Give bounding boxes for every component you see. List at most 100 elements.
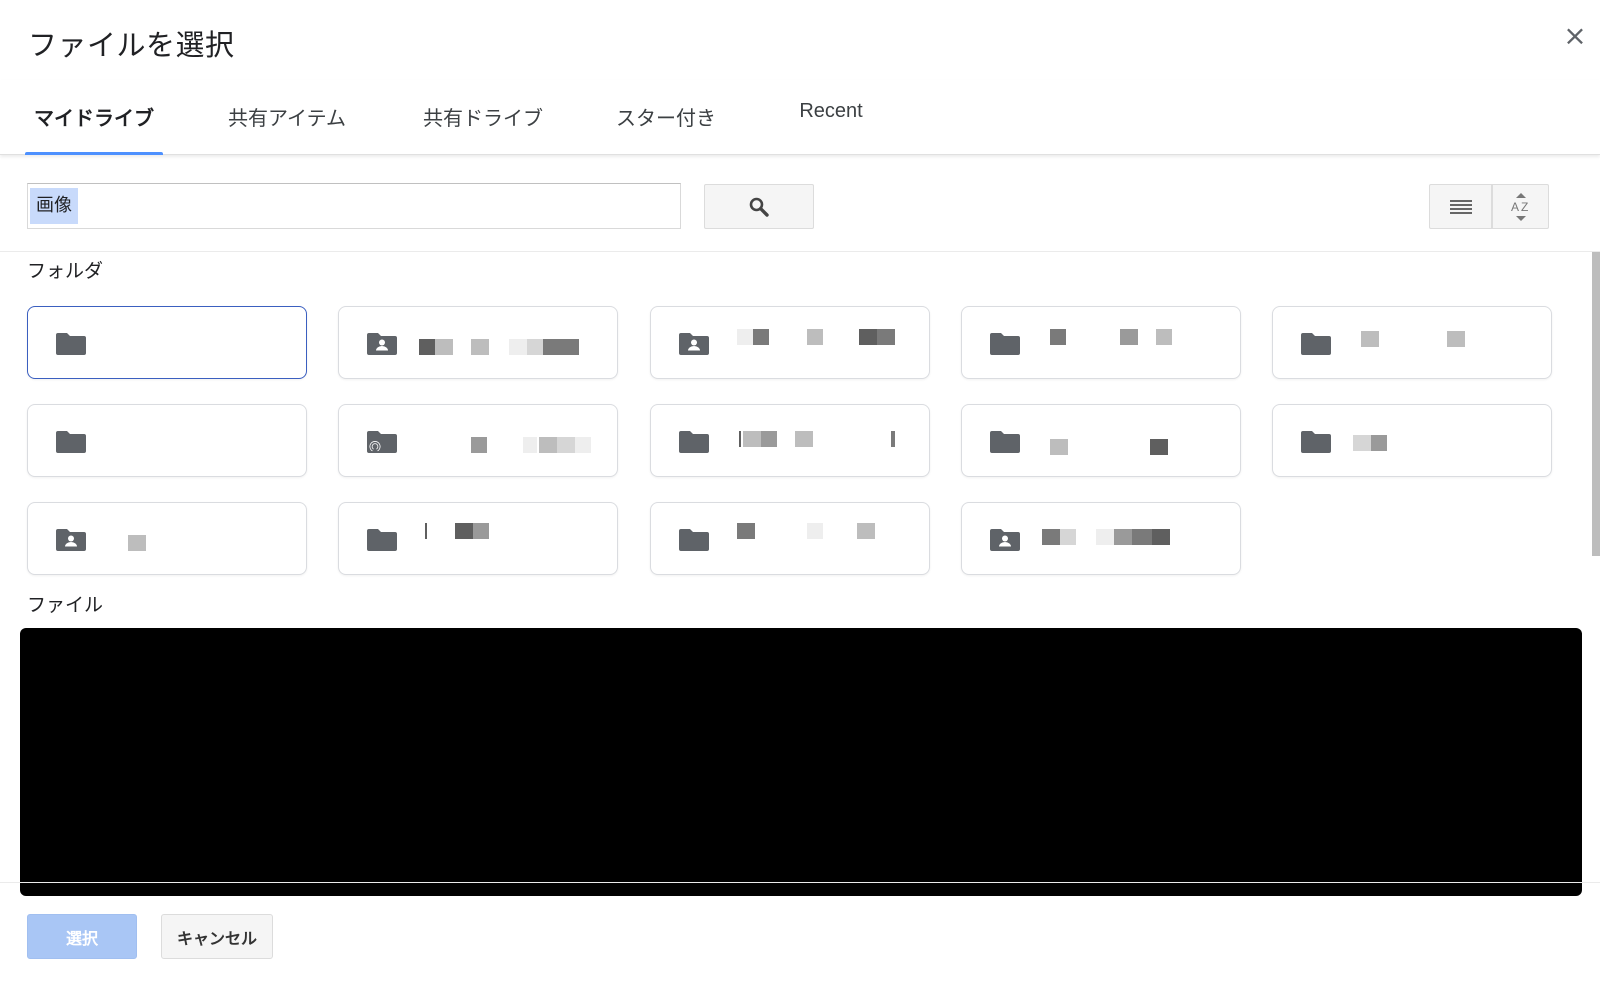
blur-pixel	[425, 523, 427, 539]
tab-label: 共有アイテム	[228, 106, 346, 130]
shared-folder-icon	[367, 333, 397, 355]
blur-pixel	[891, 431, 895, 447]
folder-card[interactable]	[27, 306, 307, 379]
blur-pixel	[1371, 435, 1387, 451]
sort-button[interactable]: A Z	[1492, 184, 1549, 229]
tab-bar: マイドライブ 共有アイテム 共有ドライブ スター付き Recent	[0, 80, 1600, 155]
folder-name-redacted	[108, 423, 288, 459]
tab-label: 共有ドライブ	[423, 106, 543, 130]
folder-icon	[679, 529, 709, 551]
list-view-icon	[1449, 199, 1472, 214]
folder-icon	[679, 431, 709, 453]
tab-label: Recent	[799, 100, 863, 122]
blur-pixel	[1120, 329, 1138, 345]
folder-card[interactable]	[1272, 306, 1552, 379]
folder-card[interactable]	[27, 502, 307, 575]
folder-card[interactable]	[961, 306, 1241, 379]
blur-pixel	[557, 437, 575, 453]
blur-pixel	[1114, 529, 1132, 545]
close-icon: ×	[1563, 19, 1587, 52]
folder-card[interactable]	[1272, 404, 1552, 477]
blur-pixel	[435, 339, 453, 355]
folder-icon	[1301, 333, 1331, 355]
folder-name-redacted	[108, 521, 288, 557]
folder-card[interactable]	[961, 502, 1241, 575]
blur-pixel	[523, 437, 537, 453]
blur-pixel	[1096, 529, 1114, 545]
blur-pixel	[1353, 435, 1371, 451]
shared-folder-icon	[56, 529, 86, 551]
folder-name-redacted	[419, 423, 599, 459]
search-button[interactable]	[704, 184, 814, 229]
blur-pixel	[473, 523, 489, 539]
svg-text:A: A	[1511, 200, 1519, 214]
file-picker-dialog: ファイルを選択 × マイドライブ 共有アイテム 共有ドライブ スター付き Rec…	[0, 0, 1600, 983]
folders-section-label: フォルダ	[27, 260, 104, 282]
folder-name-redacted	[1042, 325, 1222, 361]
dialog-title: ファイルを選択	[28, 28, 235, 62]
blur-pixel	[1361, 331, 1379, 347]
folder-icon	[56, 431, 86, 453]
tab-starred[interactable]: スター付き	[610, 102, 722, 155]
folder-card[interactable]	[650, 502, 930, 575]
folder-card[interactable]	[961, 404, 1241, 477]
footer-divider	[0, 882, 1600, 883]
folder-card[interactable]	[338, 404, 618, 477]
scrollbar-thumb[interactable]	[1592, 252, 1600, 556]
blur-pixel	[1050, 329, 1066, 345]
files-redacted-area	[20, 628, 1582, 896]
blur-pixel	[471, 437, 487, 453]
close-button[interactable]: ×	[1560, 22, 1590, 52]
folder-icon	[367, 529, 397, 551]
blur-pixel	[1050, 439, 1068, 455]
blur-pixel	[1042, 529, 1060, 545]
blur-pixel	[807, 523, 823, 539]
folder-card[interactable]	[650, 404, 930, 477]
folder-name-redacted	[1042, 423, 1222, 459]
list-view-button[interactable]	[1429, 184, 1492, 229]
blur-pixel	[761, 431, 777, 447]
tab-shared-with-me[interactable]: 共有アイテム	[222, 102, 352, 155]
cancel-button[interactable]: キャンセル	[161, 914, 273, 959]
shared-folder-icon	[679, 333, 709, 355]
blur-pixel	[737, 329, 753, 345]
folder-name-redacted	[108, 325, 288, 361]
tab-recent[interactable]: Recent	[785, 100, 877, 153]
blur-pixel	[859, 329, 877, 345]
files-section-label: ファイル	[27, 594, 104, 616]
folder-name-redacted	[1353, 325, 1533, 361]
search-input-value: 画像	[30, 188, 78, 224]
blur-pixel	[1156, 329, 1172, 345]
folder-icon	[990, 333, 1020, 355]
blur-pixel	[128, 535, 146, 551]
select-button[interactable]: 選択	[27, 914, 137, 959]
folder-name-redacted	[419, 325, 599, 361]
blur-pixel	[543, 339, 579, 355]
tab-shared-drives[interactable]: 共有ドライブ	[414, 102, 552, 155]
blur-pixel	[1152, 529, 1170, 545]
search-input[interactable]: 画像	[27, 183, 681, 229]
folder-card[interactable]	[338, 306, 618, 379]
blur-pixel	[795, 431, 813, 447]
blur-pixel	[737, 523, 755, 539]
tab-my-drive[interactable]: マイドライブ	[25, 102, 163, 155]
blur-pixel	[807, 329, 823, 345]
blur-pixel	[743, 431, 761, 447]
blur-pixel	[857, 523, 875, 539]
folder-icon	[990, 431, 1020, 453]
folder-name-redacted	[1042, 521, 1222, 557]
blur-pixel	[1150, 439, 1168, 455]
toolbar-divider	[0, 251, 1600, 252]
folder-name-redacted	[1353, 423, 1533, 459]
blur-pixel	[455, 523, 473, 539]
search-icon	[749, 197, 769, 217]
folder-icon	[56, 333, 86, 355]
folder-card[interactable]	[338, 502, 618, 575]
tab-label: マイドライブ	[34, 106, 154, 130]
blur-pixel	[877, 329, 895, 345]
shortcut-folder-icon	[367, 431, 397, 453]
folder-card[interactable]	[650, 306, 930, 379]
folder-card[interactable]	[27, 404, 307, 477]
folder-name-redacted	[731, 423, 911, 459]
folder-name-redacted	[419, 521, 599, 557]
